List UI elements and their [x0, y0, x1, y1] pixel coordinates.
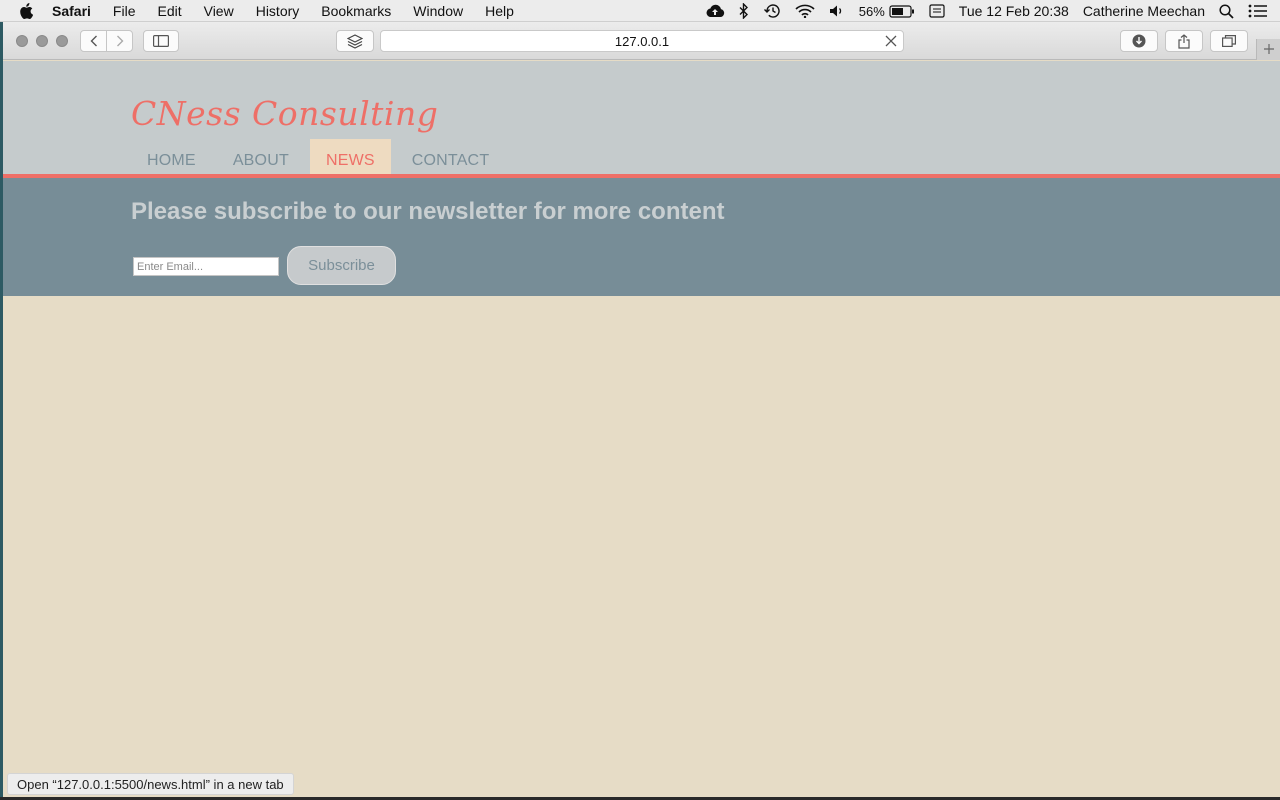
menu-history[interactable]: History	[256, 3, 300, 19]
battery-icon[interactable]	[889, 4, 915, 18]
nav-home[interactable]: HOME	[131, 139, 212, 174]
input-menu-icon[interactable]	[929, 4, 945, 18]
clock-datetime[interactable]: Tue 12 Feb 20:38	[959, 3, 1069, 19]
back-button[interactable]	[80, 30, 107, 52]
email-input[interactable]	[133, 257, 279, 276]
share-icon	[1178, 33, 1190, 49]
layers-icon	[347, 33, 363, 49]
notification-center-icon[interactable]	[1248, 4, 1268, 18]
menu-bar: Safari File Edit View History Bookmarks …	[0, 0, 1280, 22]
layers-extension-button[interactable]	[336, 30, 374, 52]
zoom-window-button[interactable]	[56, 35, 68, 47]
menu-window[interactable]: Window	[413, 3, 463, 19]
chevron-right-icon	[116, 35, 124, 47]
nav-contact[interactable]: CONTACT	[396, 139, 506, 174]
sidebar-toggle-button[interactable]	[143, 30, 179, 52]
minimize-window-button[interactable]	[36, 35, 48, 47]
url-text: 127.0.0.1	[614, 33, 670, 49]
menu-bookmarks[interactable]: Bookmarks	[321, 3, 391, 19]
apple-icon[interactable]	[19, 2, 37, 19]
download-icon	[1132, 34, 1146, 48]
new-tab-button[interactable]	[1256, 39, 1280, 60]
clear-url-icon[interactable]	[885, 35, 897, 47]
menu-file[interactable]: File	[113, 3, 136, 19]
nav-news[interactable]: NEWS	[309, 139, 391, 174]
volume-icon[interactable]	[829, 4, 845, 18]
close-window-button[interactable]	[16, 35, 28, 47]
chevron-left-icon	[90, 35, 98, 47]
menu-view[interactable]: View	[204, 3, 234, 19]
site-nav: HOME ABOUT NEWS CONTACT	[131, 139, 510, 174]
spotlight-search-icon[interactable]	[1219, 3, 1234, 19]
bluetooth-icon[interactable]	[739, 3, 749, 19]
share-button[interactable]	[1165, 30, 1203, 52]
link-status-bar: Open “127.0.0.1:5500/news.html” in a new…	[7, 773, 294, 795]
menu-app-name[interactable]: Safari	[52, 3, 91, 19]
menu-edit[interactable]: Edit	[157, 3, 181, 19]
tab-overview-button[interactable]	[1210, 30, 1248, 52]
user-name[interactable]: Catherine Meechan	[1083, 3, 1205, 19]
subscribe-button[interactable]: Subscribe	[287, 246, 396, 285]
address-bar[interactable]: 127.0.0.1	[380, 30, 904, 52]
nav-about[interactable]: ABOUT	[217, 139, 305, 174]
cloud-upload-icon[interactable]	[705, 4, 725, 18]
plus-icon	[1263, 39, 1275, 60]
site-logo[interactable]: CNess Consulting	[131, 94, 438, 133]
menu-help[interactable]: Help	[485, 3, 514, 19]
wifi-icon[interactable]	[795, 4, 815, 18]
browser-toolbar: 127.0.0.1	[3, 22, 1280, 60]
time-machine-icon[interactable]	[763, 3, 781, 19]
downloads-button[interactable]	[1120, 30, 1158, 52]
web-page: CNess Consulting HOME ABOUT NEWS CONTACT…	[3, 61, 1280, 798]
sidebar-icon	[153, 35, 169, 47]
safari-window: 127.0.0.1 CNess Consulting HOME ABOUT NE…	[3, 22, 1280, 798]
newsletter-heading: Please subscribe to our newsletter for m…	[131, 198, 725, 225]
forward-button[interactable]	[106, 30, 133, 52]
tabs-icon	[1222, 35, 1236, 47]
battery-percent[interactable]: 56%	[859, 4, 885, 19]
site-header: CNess Consulting HOME ABOUT NEWS CONTACT	[3, 61, 1280, 174]
newsletter-section: Please subscribe to our newsletter for m…	[3, 178, 1280, 296]
